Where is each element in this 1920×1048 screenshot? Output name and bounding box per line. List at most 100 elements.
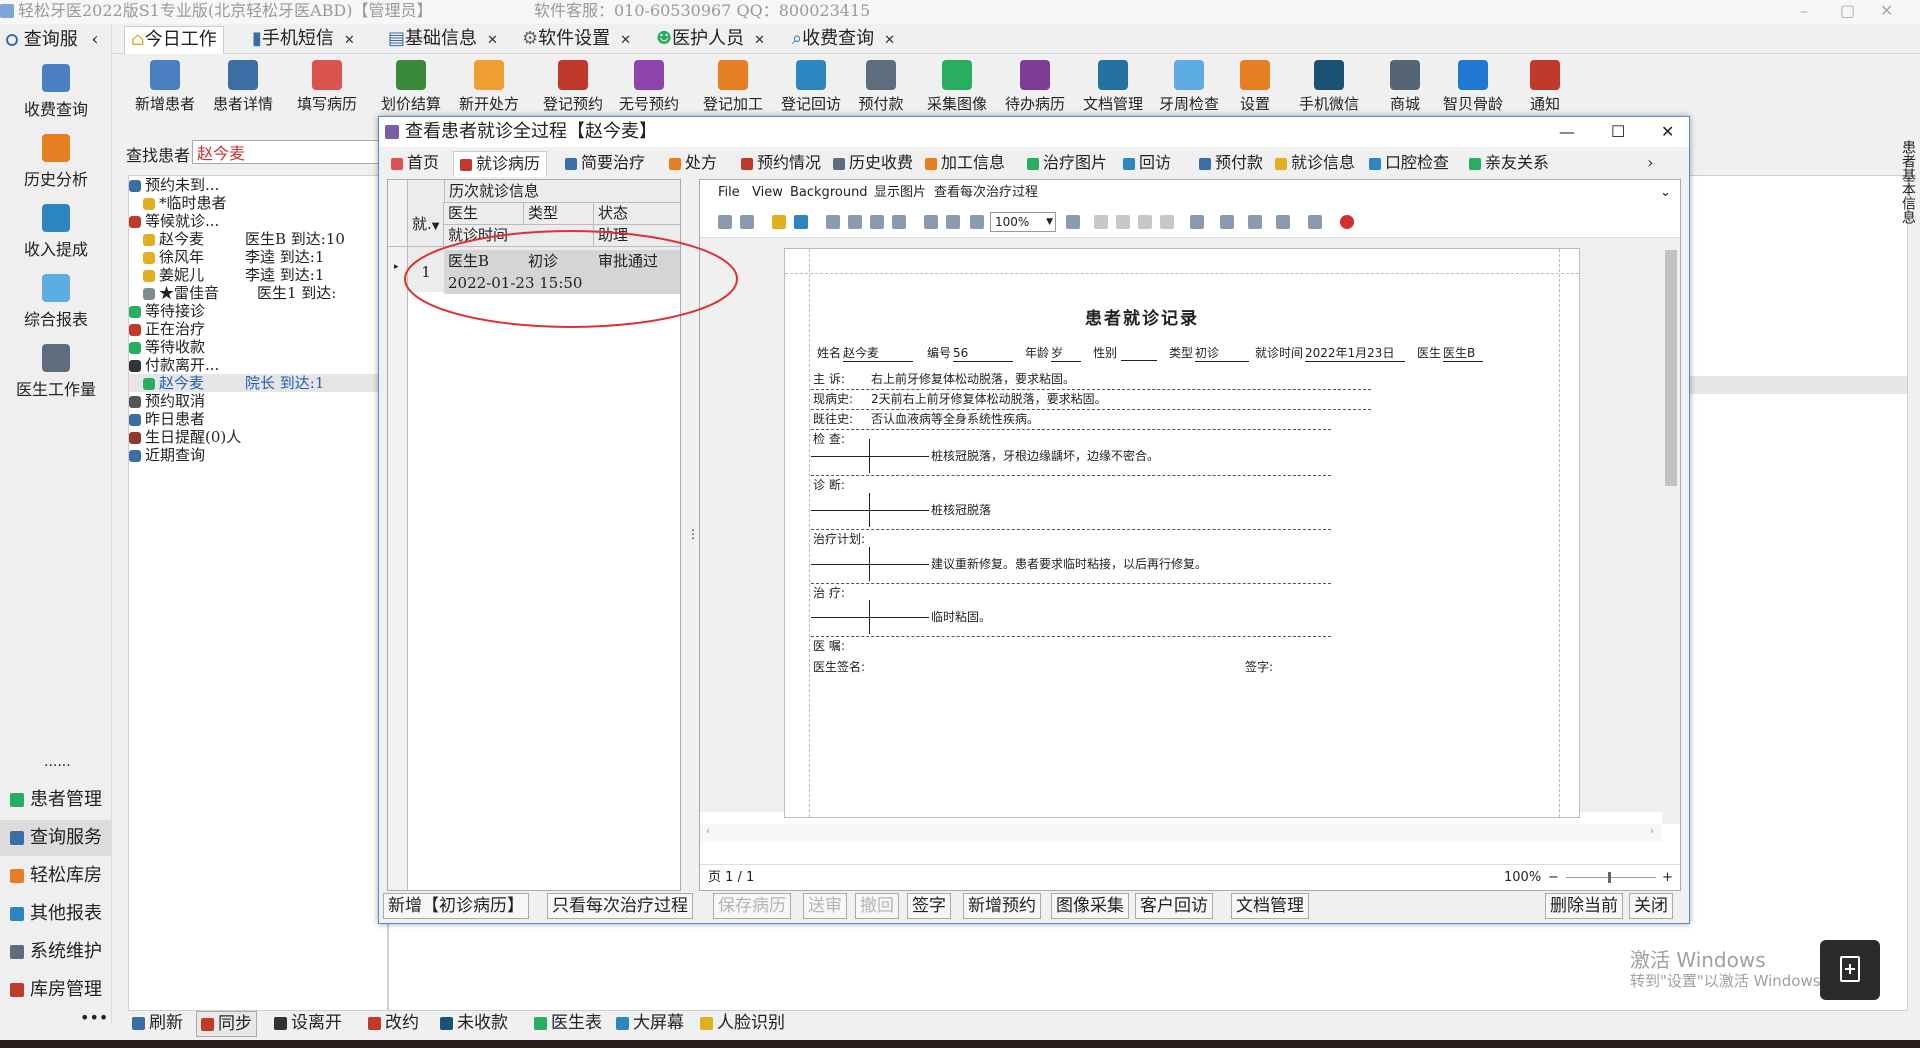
dialog-tab[interactable]: 简要治疗 xyxy=(565,151,645,177)
nav-storehouse-mgmt[interactable]: 库房管理 xyxy=(0,972,112,1008)
toolbar-mall[interactable]: 商城 xyxy=(1370,60,1440,114)
big-screen-button[interactable]: 大屏幕 xyxy=(612,1011,688,1037)
col-status-header[interactable]: 状态 xyxy=(594,202,680,225)
menu-show-image[interactable]: 显示图片 xyxy=(874,180,926,206)
toolbar-pricing[interactable]: 划价结算 xyxy=(376,60,446,114)
toolbar-todo-record[interactable]: 待办病历 xyxy=(1000,60,1070,114)
dialog-action-button[interactable]: 新增预约 xyxy=(963,893,1041,919)
zoom-in-icon[interactable] xyxy=(1066,215,1080,229)
dialog-tab[interactable]: 首页 xyxy=(391,151,439,177)
patient-search-input[interactable] xyxy=(192,140,382,164)
toolbar-document-mgmt[interactable]: 文档管理 xyxy=(1078,60,1148,114)
zoom-select[interactable]: 100% ▼ xyxy=(990,212,1056,232)
last-page-icon[interactable] xyxy=(1160,215,1174,229)
sync-button[interactable]: 同步 xyxy=(196,1011,257,1037)
toolbar-appointment[interactable]: 登记预约 xyxy=(538,60,608,114)
tree-item[interactable]: 昨日患者 xyxy=(129,410,387,428)
dialog-tab[interactable]: 就诊病历 xyxy=(453,151,548,177)
dialog-tab[interactable]: 口腔检查 xyxy=(1369,151,1449,177)
color-icon[interactable] xyxy=(1220,215,1234,229)
nav-income-commission[interactable]: 收入提成 xyxy=(0,204,112,260)
find-icon[interactable] xyxy=(740,215,754,229)
more-icon[interactable]: ••• xyxy=(80,1008,108,1027)
dialog-tab[interactable]: 就诊信息 xyxy=(1275,151,1355,177)
zoom-minus-icon[interactable]: − xyxy=(1548,865,1559,891)
zoom-slider[interactable] xyxy=(1566,877,1656,878)
scroll-right-icon[interactable]: › xyxy=(1650,826,1654,837)
next-page-icon[interactable] xyxy=(1138,215,1152,229)
toolbar-fill-record[interactable]: 填写病历 xyxy=(292,60,362,114)
toolbar-add-patient[interactable]: 新增患者 xyxy=(130,60,200,114)
maximize-icon[interactable]: ▢ xyxy=(1840,0,1855,22)
tree-item[interactable]: 徐风年 李逵 到达:1 xyxy=(129,248,387,266)
tree-item[interactable]: 等待接诊 xyxy=(129,302,387,320)
toolbar-prescription[interactable]: 新开处方 xyxy=(454,60,524,114)
toolbar-prepayment[interactable]: 预付款 xyxy=(846,60,916,114)
menu-background[interactable]: Background xyxy=(790,180,868,206)
close-tab-icon[interactable]: ✕ xyxy=(884,33,895,48)
toolbar-settings[interactable]: 设置 xyxy=(1220,60,1290,114)
open-icon[interactable] xyxy=(772,215,786,229)
outline-icon[interactable] xyxy=(718,215,732,229)
refresh-button[interactable]: 刷新 xyxy=(128,1011,187,1037)
reschedule-button[interactable]: 改约 xyxy=(364,1011,423,1037)
zoom-slider-thumb[interactable] xyxy=(1608,872,1611,883)
nav-other-reports[interactable]: 其他报表 xyxy=(0,896,112,932)
dialog-tab[interactable]: 治疗图片 xyxy=(1027,151,1107,177)
tree-item[interactable]: *临时患者 xyxy=(129,194,387,212)
toolbar-patient-detail[interactable]: 患者详情 xyxy=(208,60,278,114)
dialog-tab[interactable]: 预付款 xyxy=(1199,151,1263,177)
toolbar-capture-image[interactable]: 采集图像 xyxy=(922,60,992,114)
scroll-left-icon[interactable]: ‹ xyxy=(706,826,710,837)
zoom-out-icon[interactable] xyxy=(970,215,984,229)
right-sidebar-tab[interactable]: 患者基本信息 xyxy=(1896,140,1920,440)
toolbar-notification[interactable]: 通知 xyxy=(1510,60,1580,114)
toolbar-register-processing[interactable]: 登记加工 xyxy=(698,60,768,114)
tree-item[interactable]: 姜妮儿 李逵 到达:1 xyxy=(129,266,387,284)
dialog-action-button[interactable]: 只看每次治疗过程 xyxy=(547,893,693,919)
dialog-tab[interactable]: 亲友关系 xyxy=(1469,151,1549,177)
horizontal-scrollbar[interactable]: ‹ › xyxy=(700,824,1662,842)
col-doctor-header[interactable]: 医生 xyxy=(444,202,524,225)
tab-fee-query[interactable]: ⌕收费查询 ✕ xyxy=(792,26,895,54)
dialog-tab[interactable]: 处方 xyxy=(669,151,717,177)
tree-item[interactable]: 正在治疗 xyxy=(129,320,387,338)
multi-page-icon[interactable] xyxy=(1190,215,1204,229)
email-icon[interactable] xyxy=(1308,215,1322,229)
menu-view[interactable]: View xyxy=(752,180,783,206)
print-icon[interactable] xyxy=(826,215,840,229)
toolbar-periodontal-check[interactable]: 牙周检查 xyxy=(1154,60,1224,114)
toolbar-bone-age[interactable]: 智贝骨龄 xyxy=(1438,60,1508,114)
zoom-plus-icon[interactable]: + xyxy=(1662,865,1673,891)
chevron-left-icon[interactable]: ‹ xyxy=(91,29,98,50)
tab-basic-info[interactable]: ▤基础信息 ✕ xyxy=(388,26,498,54)
menu-view-each-treatment[interactable]: 查看每次治疗过程 xyxy=(934,180,1038,206)
tab-scroll-right-icon[interactable]: › xyxy=(1647,151,1653,177)
save-icon[interactable] xyxy=(794,215,808,229)
close-tab-icon[interactable]: ✕ xyxy=(620,33,631,48)
tree-item[interactable]: ★雷佳音 医生1 到达: xyxy=(129,284,387,302)
close-tab-icon[interactable]: ✕ xyxy=(754,33,765,48)
nav-report[interactable]: 综合报表 xyxy=(0,274,112,330)
tree-item[interactable]: 赵今麦 院长 到达:1 xyxy=(129,374,387,392)
menu-chevron-down-icon[interactable]: ⌄ xyxy=(1660,180,1671,206)
nav-fee-query[interactable]: 收费查询 xyxy=(0,64,112,120)
hand-icon[interactable] xyxy=(924,215,938,229)
tree-item[interactable]: 等候就诊... xyxy=(129,212,387,230)
toolbar-register-visit[interactable]: 登记回访 xyxy=(776,60,846,114)
close-preview-icon[interactable] xyxy=(1340,215,1354,229)
dialog-action-button[interactable]: 签字 xyxy=(907,893,951,919)
face-recognition-button[interactable]: 人脸识别 xyxy=(696,1011,789,1037)
doctor-table-button[interactable]: 医生表 xyxy=(530,1011,606,1037)
nav-history-analysis[interactable]: 历史分析 xyxy=(0,134,112,190)
nav-query-service[interactable]: 查询服务 xyxy=(0,820,112,856)
quick-print-icon[interactable] xyxy=(848,215,862,229)
tree-item[interactable]: 生日提醒(0)人 xyxy=(129,428,387,446)
close-tab-icon[interactable]: ✕ xyxy=(344,33,355,48)
minimize-icon[interactable]: – xyxy=(1800,0,1808,22)
vertical-scrollbar[interactable] xyxy=(1662,238,1680,824)
floating-action-button[interactable] xyxy=(1820,940,1880,1000)
tab-today-work[interactable]: ⌂今日工作 xyxy=(124,26,224,54)
tree-item[interactable]: 等待收款 xyxy=(129,338,387,356)
dialog-tab[interactable]: 预约情况 xyxy=(741,151,821,177)
